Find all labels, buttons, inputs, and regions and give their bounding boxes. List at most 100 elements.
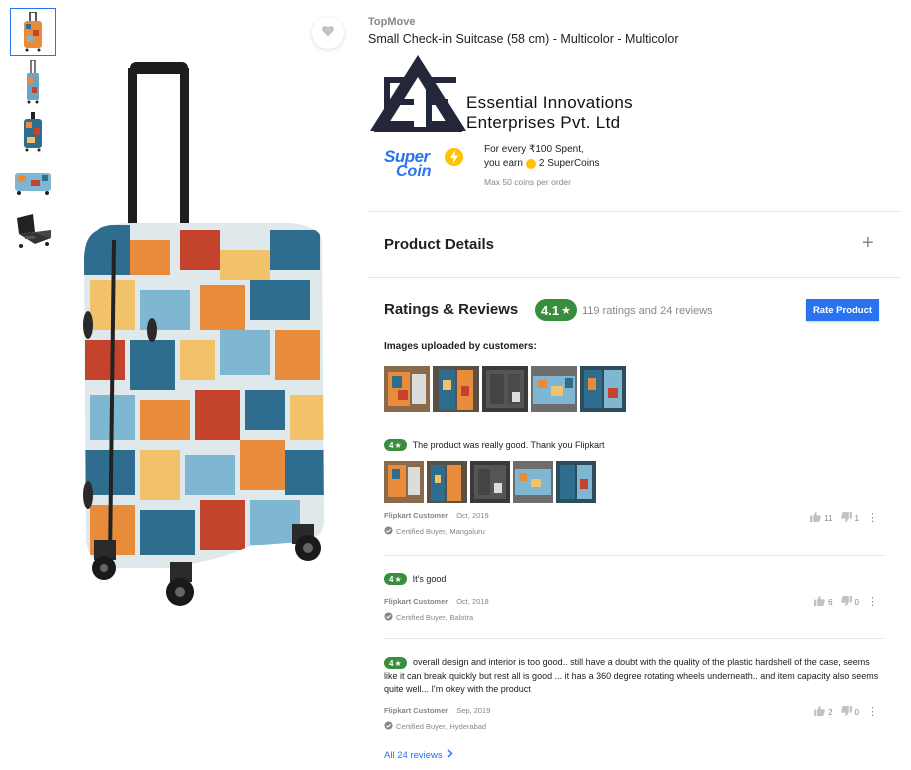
seller-name-line1: Essential Innovations <box>466 93 633 112</box>
review-meta: Flipkart Customer Oct, 2019 <box>384 511 884 520</box>
supercoin-limit: Max 50 coins per order <box>484 177 571 187</box>
thumbnail-open[interactable] <box>10 208 56 256</box>
dislike-count: 0 <box>854 597 859 607</box>
coin-icon <box>525 158 536 169</box>
average-rating-badge: 4.1 ★ <box>535 299 577 321</box>
customer-image[interactable] <box>433 366 479 412</box>
thumbs-down-icon <box>840 512 852 524</box>
review-rating-badge: 4 ★ <box>384 573 407 585</box>
certified-buyer: Certified Buyer, Mangaluru <box>384 525 884 537</box>
more-options-icon[interactable]: ⋮ <box>867 597 878 608</box>
supercoin-line2-prefix: you earn <box>484 158 523 169</box>
review-rating-badge: 4 ★ <box>384 439 407 451</box>
review-rating-value: 4 <box>389 440 394 450</box>
customer-image[interactable] <box>580 366 626 412</box>
product-details-title[interactable]: Product Details <box>384 236 494 253</box>
divider <box>368 211 901 212</box>
customer-image[interactable] <box>482 366 528 412</box>
more-options-icon[interactable]: ⋮ <box>867 707 878 718</box>
review-image[interactable] <box>513 460 553 503</box>
like-button[interactable]: 11 <box>810 512 833 524</box>
review-images <box>384 460 884 503</box>
thumbs-up-icon <box>810 512 822 524</box>
review-author: Flipkart Customer <box>384 510 449 520</box>
supercoin-logo: Super Coin <box>384 147 472 183</box>
star-icon: ★ <box>561 304 571 317</box>
average-rating-value: 4.1 <box>541 302 560 318</box>
customer-image[interactable] <box>384 366 430 412</box>
product-title: Small Check-in Suitcase (58 cm) - Multic… <box>368 32 679 46</box>
thumbnail-side[interactable] <box>10 58 56 106</box>
ratings-summary: 119 ratings and 24 reviews <box>582 305 713 317</box>
review-text: It's good <box>412 574 447 584</box>
ratings-reviews-title: Ratings & Reviews <box>384 301 519 318</box>
more-options-icon[interactable]: ⋮ <box>867 513 878 524</box>
customer-images-label: Images uploaded by customers: <box>384 341 537 352</box>
like-button[interactable]: 2 <box>814 706 833 718</box>
dislike-button[interactable]: 1 <box>840 512 859 524</box>
like-count: 6 <box>828 597 833 607</box>
thumbnail-list <box>10 8 58 258</box>
review-text: overall design and interior is too good.… <box>384 657 879 694</box>
review-date: Sep, 2019 <box>456 706 491 715</box>
divider <box>384 638 884 639</box>
product-brand: TopMove <box>368 16 416 28</box>
rate-product-button[interactable]: Rate Product <box>806 299 879 321</box>
star-icon: ★ <box>394 440 402 450</box>
certified-buyer-text: Certified Buyer, Mangaluru <box>396 526 485 536</box>
seller-name: Essential Innovations Enterprises Pvt. L… <box>466 93 633 133</box>
thumbs-down-icon <box>840 596 852 608</box>
all-reviews-link[interactable]: All 24 reviews <box>384 749 453 761</box>
expand-plus-icon[interactable]: + <box>862 232 874 255</box>
review-image[interactable] <box>384 460 424 503</box>
supercoin-line1: For every ₹100 Spent, <box>484 144 584 155</box>
review-author: Flipkart Customer <box>384 596 449 606</box>
review-item: 4 ★ It's good Flipkart Customer Oct, 2018 … <box>384 573 884 623</box>
certified-buyer-text: Certified Buyer, Hyderabad <box>396 722 487 731</box>
review-meta: Flipkart Customer Oct, 2018 <box>384 597 884 606</box>
review-item: 4 ★ overall design and interior is too go… <box>384 656 884 732</box>
product-main-image <box>70 40 340 620</box>
certified-buyer: Certified Buyer, Hyderabad <box>384 721 884 732</box>
review-item: 4 ★ The product was really good. Thank yo… <box>384 439 884 537</box>
review-meta: Flipkart Customer Sep, 2019 <box>384 706 884 715</box>
review-image[interactable] <box>556 460 596 503</box>
customer-images-strip <box>384 366 626 412</box>
check-circle-icon <box>384 525 393 537</box>
like-button[interactable]: 6 <box>814 596 833 608</box>
wishlist-button[interactable] <box>312 17 344 49</box>
review-actions: 2 0 ⋮ <box>814 706 878 718</box>
supercoin-logo-bottom: Coin <box>396 163 432 180</box>
thumbnail-front[interactable] <box>10 8 56 56</box>
thumbs-up-icon <box>814 706 825 718</box>
divider <box>384 555 884 556</box>
check-circle-icon <box>384 611 393 623</box>
thumbnail-back[interactable] <box>10 108 56 156</box>
like-count: 11 <box>824 513 833 523</box>
review-text: The product was really good. Thank you F… <box>412 440 605 450</box>
review-image[interactable] <box>427 460 467 503</box>
thumbnail-flat[interactable] <box>10 158 56 206</box>
check-circle-icon <box>384 721 393 732</box>
like-count: 2 <box>828 707 833 717</box>
dislike-button[interactable]: 0 <box>840 706 859 718</box>
supercoin-line2: you earn 2 SuperCoins <box>484 158 600 169</box>
customer-image[interactable] <box>531 366 577 412</box>
thumbs-down-icon <box>840 706 852 718</box>
divider <box>368 277 901 278</box>
all-reviews-label: All 24 reviews <box>384 749 443 761</box>
dislike-count: 0 <box>854 707 859 717</box>
dislike-button[interactable]: 0 <box>840 596 859 608</box>
seller-name-line2: Enterprises Pvt. Ltd <box>466 113 621 132</box>
review-date: Oct, 2018 <box>456 596 489 606</box>
star-icon: ★ <box>394 574 402 584</box>
review-actions: 11 1 ⋮ <box>810 512 878 524</box>
chevron-right-icon <box>447 749 453 761</box>
review-actions: 6 0 ⋮ <box>814 596 878 608</box>
lightning-coin-icon <box>444 147 464 172</box>
review-rating-value: 4 <box>389 574 394 584</box>
certified-buyer: Certified Buyer, Balotra <box>384 611 884 623</box>
certified-buyer-text: Certified Buyer, Balotra <box>396 612 474 622</box>
review-image[interactable] <box>470 460 510 503</box>
dislike-count: 1 <box>854 513 859 523</box>
